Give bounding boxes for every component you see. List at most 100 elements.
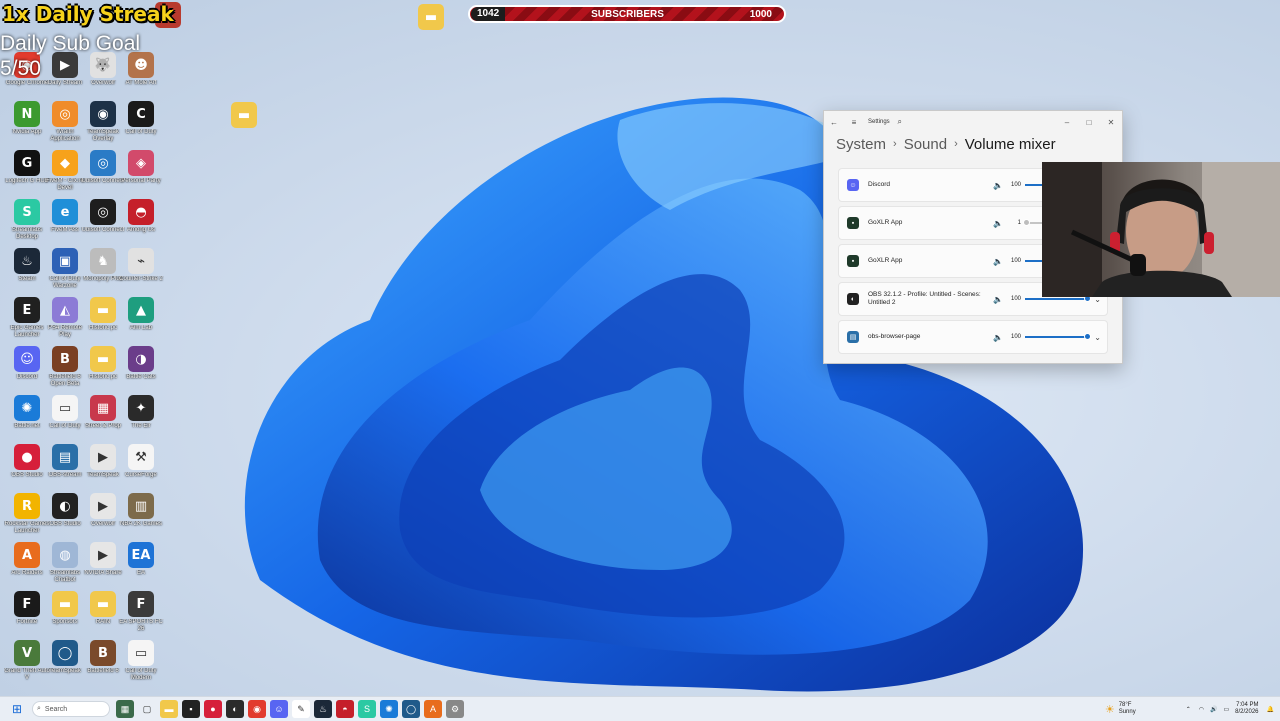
app-name: Discord [868,181,891,188]
app-name: obs-browser-page [868,333,921,340]
desktop-icon-label: NBA 2K Games [119,521,163,527]
app-icon: ✺ [14,395,40,421]
app-icon: F [14,591,40,617]
app-icon: ▪ [847,217,859,229]
volume-icon[interactable]: 🔊 [1210,706,1217,713]
desktop-icon[interactable]: ◓ Among Us [118,199,164,241]
desktop-icon[interactable]: F EA SPORTS FC 26 [118,591,164,633]
volume-slider-thumb[interactable] [1084,333,1091,340]
breadcrumb-system[interactable]: System [836,136,886,153]
search-icon[interactable]: ⌕ [890,117,910,127]
desktop-icon[interactable]: EA EA [118,542,164,584]
taskbar: ⊞ ⌕ Search ▦ ▢ ▬ ▪ ● ◐ ◉ ☺ ✎ ♨ ◓ S ✺ ◯ A… [0,696,1280,721]
app-icon: ◐ [52,493,78,519]
title-bar: ← ≡ Settings ⌕ – □ ✕ [824,111,1122,133]
desktop-icon[interactable]: ⌁ Counter-Strike 2 [118,248,164,290]
widget-icon[interactable]: ▦ [116,700,134,718]
volume-slider[interactable] [1025,333,1091,340]
app-icon: ◍ [52,542,78,568]
battery-icon[interactable]: ▭ [1223,706,1229,713]
maximize-button[interactable]: □ [1078,118,1100,127]
app-icon: A [14,542,40,568]
speaker-icon[interactable]: 🔈 [993,181,1007,190]
app-icon: ▶ [90,493,116,519]
app-icon: ◎ [90,199,116,225]
desktop-icon-label: Battle Cats [126,374,156,380]
speaker-icon[interactable]: 🔈 [993,219,1007,228]
desktop-icon[interactable]: ◑ Battle Cats [118,346,164,388]
app-icon: ◑ [128,346,154,372]
speaker-icon[interactable]: 🔈 [993,333,1007,342]
close-button[interactable]: ✕ [1100,118,1122,127]
app-icon: B [90,640,116,666]
folder-icon: ▬ [418,4,444,30]
file-explorer-icon[interactable]: ▬ [160,700,178,718]
daily-sub-goal-title: Daily Sub Goal [0,32,141,55]
discord-icon[interactable]: ☺ [270,700,288,718]
desktop-icon[interactable]: ▲ Aim Lab [118,297,164,339]
app-icon: ▬ [90,346,116,372]
app-name: GoXLR App [868,257,903,264]
app-icon: C [128,101,154,127]
goxlr-icon[interactable]: ▪ [182,700,200,718]
app-icon: ◉ [90,101,116,127]
speaker-icon[interactable]: 🔈 [993,295,1007,304]
app-icon: B [52,346,78,372]
app-icon[interactable]: A [424,700,442,718]
app-icon: ♨ [14,248,40,274]
teamspeak-icon[interactable]: ◯ [402,700,420,718]
back-icon[interactable]: ← [824,118,844,127]
chrome-icon[interactable]: ◉ [248,700,266,718]
desktop-icon[interactable]: ⚒ CurseForge [118,444,164,486]
speaker-icon[interactable]: 🔈 [993,257,1007,266]
wifi-icon[interactable]: ◠ [1199,706,1204,713]
app-icon[interactable]: ✎ [292,700,310,718]
app-volume-row: ▤ obs-browser-page 🔈 100 ⌄ [838,320,1108,354]
app-icon: ◓ [128,199,154,225]
battlenet-icon[interactable]: ✺ [380,700,398,718]
obs-icon[interactable]: ● [204,700,222,718]
volume-slider[interactable] [1025,295,1091,302]
start-button[interactable]: ⊞ [8,700,26,718]
daily-streak-overlay: 1x Daily Streak [2,2,174,26]
desktop-folder-icon[interactable]: ▬ [408,4,454,30]
desktop-icon[interactable]: ✦ The Elr [118,395,164,437]
volume-value: 100 [1010,296,1021,302]
taskbar-search[interactable]: ⌕ Search [32,701,110,717]
steam-icon[interactable]: ♨ [314,700,332,718]
settings-icon[interactable]: ⚙ [446,700,464,718]
clock[interactable]: 7:04 PM 8/2/2026 [1235,702,1258,716]
desktop-icon[interactable]: C Call of Duty [118,101,164,143]
streamlabs-icon[interactable]: S [358,700,376,718]
minimize-button[interactable]: – [1056,118,1078,127]
app-icon[interactable]: ◐ [226,700,244,718]
app-icon: ● [14,444,40,470]
app-icon: ✦ [128,395,154,421]
weather-icon[interactable]: ☀ [1105,703,1115,716]
desktop-folder-icon[interactable]: ▬ [221,102,267,128]
volume-slider-fill [1025,298,1087,300]
window-title: Settings [868,119,890,125]
app-icon: ◈ [128,150,154,176]
desktop-icon-label: The Elr [131,423,151,429]
chevron-up-icon[interactable]: ⌃ [1186,706,1191,713]
volume-value: 100 [1010,334,1021,340]
volume-slider-thumb[interactable] [1022,219,1030,226]
desktop-icon[interactable]: ▭ Call of Duty Modern [118,640,164,682]
task-view-icon[interactable]: ▢ [138,700,156,718]
search-placeholder: Search [44,705,68,713]
app-icon[interactable]: ◓ [336,700,354,718]
desktop-icon[interactable]: ◈ Personal Party [118,150,164,192]
daily-sub-goal-value: 5/50 [0,57,41,80]
weather-widget[interactable]: 78°F Sunny [1119,702,1136,716]
desktop-icon-label: EA SPORTS FC 26 [119,619,163,632]
breadcrumb-sound[interactable]: Sound [904,136,947,153]
desktop-icon-label: Among Us [126,227,155,233]
menu-icon[interactable]: ≡ [844,118,864,127]
chevron-down-icon[interactable]: ⌄ [1094,333,1101,342]
app-icon: e [52,199,78,225]
notification-icon[interactable]: 🔔 [1267,706,1274,713]
app-icon: ▲ [128,297,154,323]
desktop-icon[interactable]: ▥ NBA 2K Games [118,493,164,535]
volume-value: 1 [1017,220,1021,226]
